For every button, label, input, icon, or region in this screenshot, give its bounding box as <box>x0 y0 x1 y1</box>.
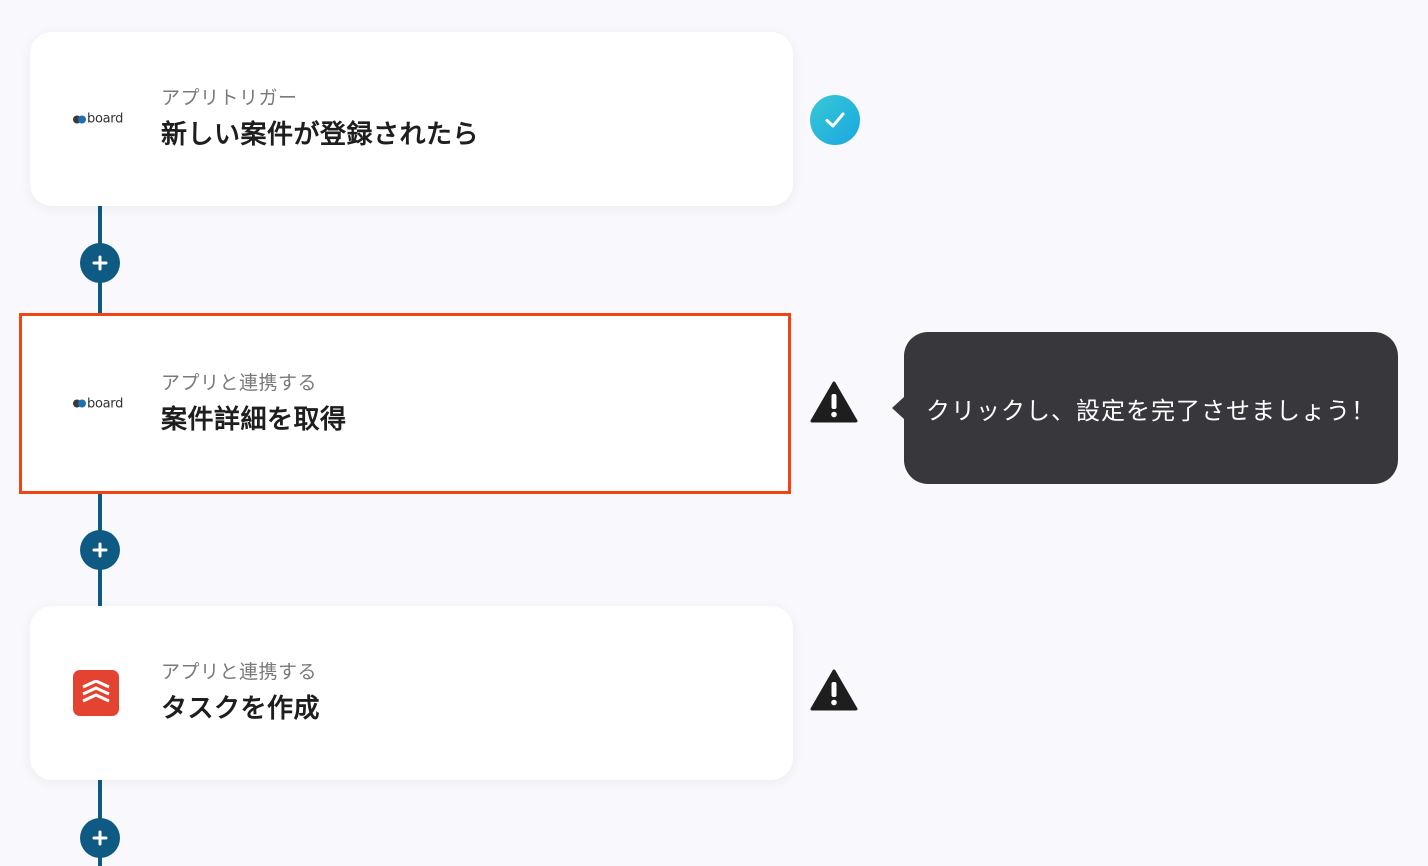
board-logo: board <box>73 396 123 411</box>
step-status-warning <box>810 380 858 428</box>
add-step-button[interactable] <box>80 243 120 283</box>
plus-icon <box>92 542 108 558</box>
plus-icon <box>92 255 108 271</box>
board-logo-text: board <box>87 111 124 127</box>
step-title: 新しい案件が登録されたら <box>161 120 480 150</box>
add-step-button[interactable] <box>80 530 120 570</box>
tooltip-text: クリックし、設定を完了させましょう！ <box>926 396 1376 425</box>
warning-triangle-icon <box>810 669 858 711</box>
step-subtitle: アプリトリガー <box>161 87 298 109</box>
board-logo-text: board <box>87 396 124 411</box>
setup-hint-tooltip: クリックし、設定を完了させましょう！ <box>892 332 1398 484</box>
flow-step-card-trigger[interactable]: board アプリトリガー 新しい案件が登録されたら <box>30 32 793 206</box>
warning-triangle-icon <box>810 381 858 423</box>
step-status-complete <box>810 95 860 145</box>
step-subtitle: アプリと連携する <box>161 371 318 394</box>
step-subtitle: アプリと連携する <box>161 661 318 683</box>
plus-icon <box>92 830 108 846</box>
board-logo: board <box>73 112 123 127</box>
flow-step-card-get-details[interactable]: board アプリと連携する 案件詳細を取得 <box>19 313 791 494</box>
todoist-logo-icon <box>73 670 119 716</box>
step-title: 案件詳細を取得 <box>161 404 347 435</box>
todoist-logo <box>73 670 119 716</box>
step-title: タスクを作成 <box>161 694 321 724</box>
flow-step-card-create-task[interactable]: アプリと連携する タスクを作成 <box>30 606 793 780</box>
step-status-warning <box>810 668 858 716</box>
add-step-button[interactable] <box>80 818 120 858</box>
check-circle-icon <box>810 95 860 145</box>
